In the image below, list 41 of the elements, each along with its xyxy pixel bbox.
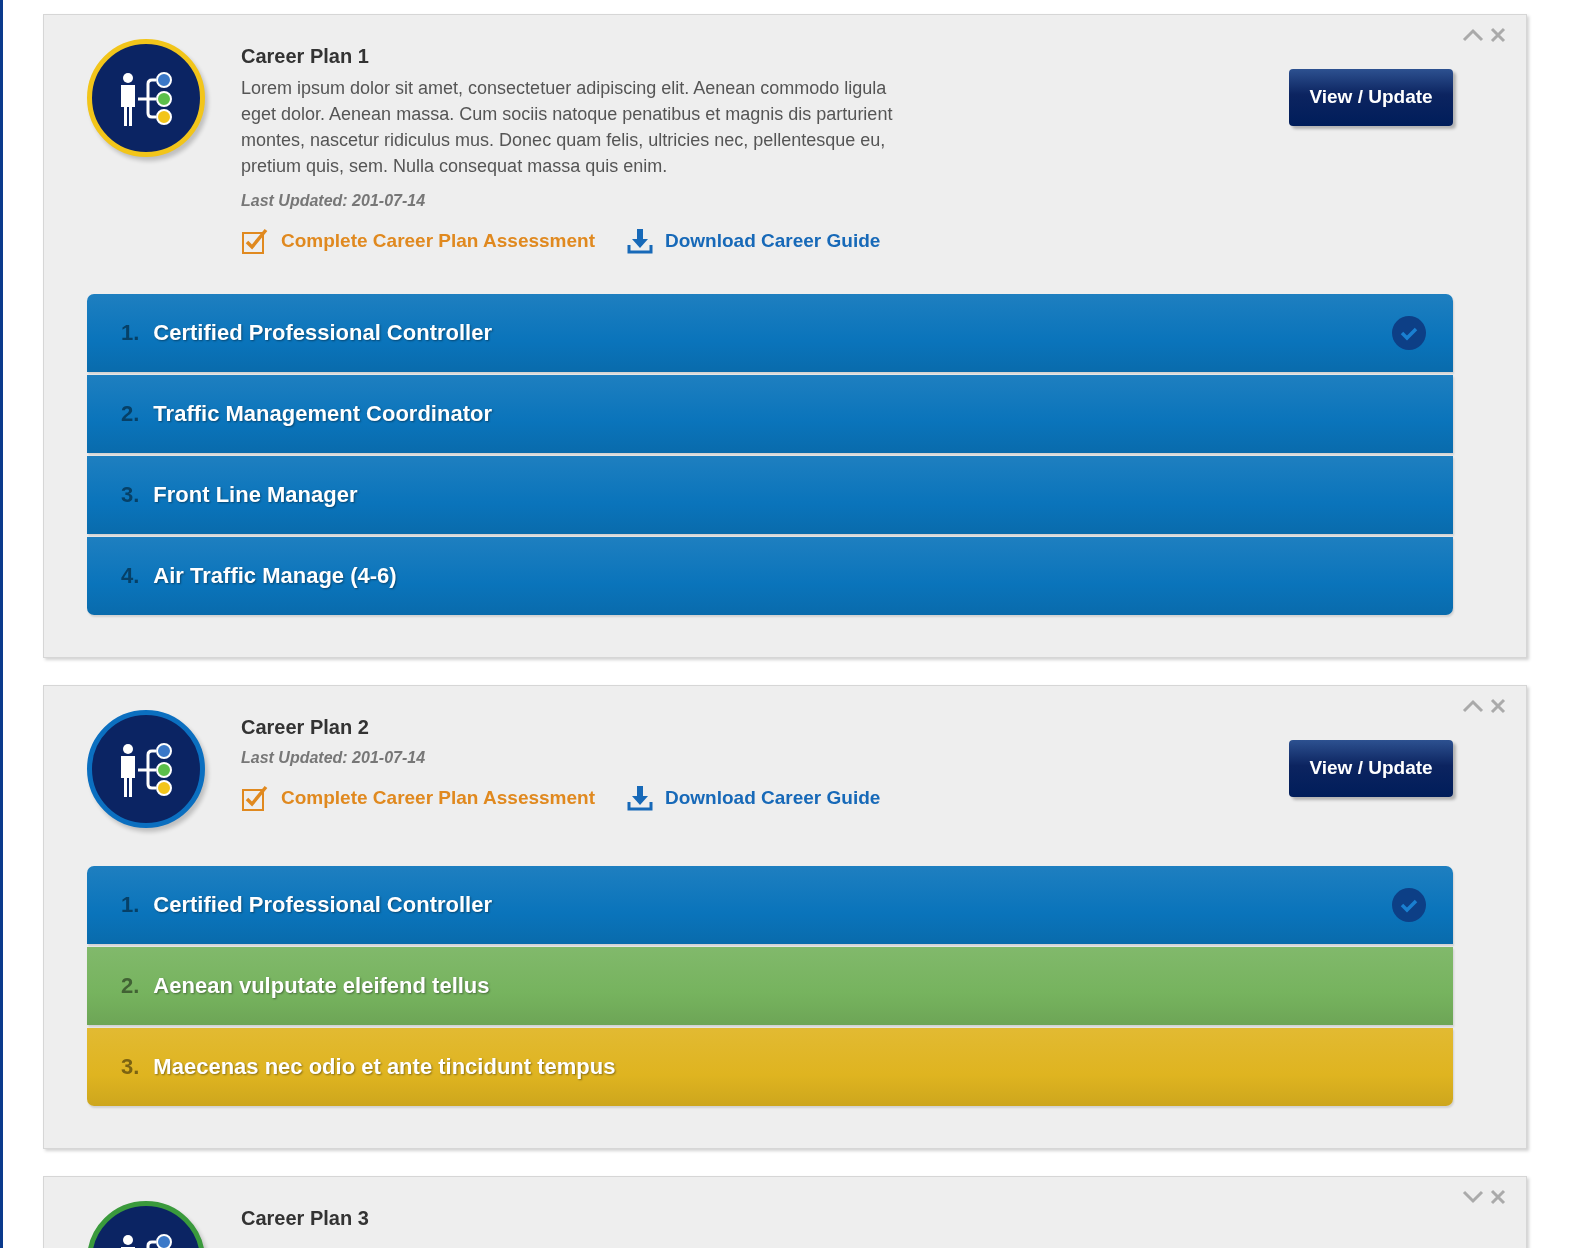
checkbox-icon — [241, 783, 269, 812]
plan-description: Lorem ipsum dolor sit amet, consectetuer adipiscing elit. Aenean commodo ligula eget dolor. Aenean massa. Cum sociis natoque penatibus et magnis dis parturient montes, nascetur ridiculus mus. Donec quam felis, ultricies nec, pellentesque eu, pretium quis, sem. Nulla consequat massa quis enim. — [241, 77, 894, 178]
career-step-row[interactable]: 2. Aenean vulputate eleifend tellus — [87, 946, 1453, 1025]
step-label: Air Traffic Manage (4-6) — [153, 562, 398, 590]
step-number: 1. — [121, 891, 140, 919]
collapse-button[interactable] — [1462, 28, 1484, 42]
download-icon — [627, 228, 653, 255]
collapse-button[interactable] — [1462, 698, 1484, 713]
career-step-row[interactable]: 4. Air Traffic Manage (4-6) — [87, 536, 1453, 615]
view-update-button[interactable]: View / Update — [1289, 69, 1453, 126]
step-number: 2. — [121, 400, 140, 428]
close-button[interactable] — [1490, 697, 1506, 714]
step-number: 3. — [121, 1053, 140, 1081]
step-label: Aenean vulputate eleifend tellus — [153, 972, 491, 1000]
view-update-button[interactable]: View / Update — [1289, 739, 1453, 797]
step-number: 2. — [121, 972, 140, 1000]
download-icon — [627, 784, 653, 811]
career-step-row[interactable]: 3. Front Line Manager — [87, 455, 1453, 534]
plan-title: Career Plan 1 — [241, 44, 370, 69]
step-number: 3. — [121, 481, 140, 509]
last-updated-text: Last Updated: 201-07-14 — [241, 191, 427, 211]
plan-title: Career Plan 3 — [241, 1205, 370, 1231]
career-step-row[interactable]: 2. Traffic Management Coordinator — [87, 374, 1453, 453]
close-button[interactable] — [1490, 27, 1506, 43]
close-button[interactable] — [1490, 1188, 1506, 1205]
step-number: 4. — [121, 562, 140, 590]
step-label: Certified Professional Controller — [153, 319, 493, 347]
step-label: Certified Professional Controller — [153, 891, 493, 919]
step-label: Front Line Manager — [153, 481, 359, 509]
step-label: Traffic Management Coordinator — [153, 400, 493, 428]
career-step-row[interactable]: 1. Certified Professional Controller — [87, 865, 1453, 944]
last-updated-text: Last Updated: 201-07-14 — [241, 747, 427, 768]
step-number: 1. — [121, 319, 140, 347]
download-guide-link[interactable]: Download Career Guide — [627, 227, 881, 256]
checkbox-icon — [241, 227, 269, 256]
career-step-row[interactable]: 3. Maecenas nec odio et ante tincidunt tempus — [87, 1027, 1453, 1106]
plan-title: Career Plan 2 — [241, 714, 370, 740]
career-step-row[interactable]: 1. Certified Professional Controller — [87, 293, 1453, 372]
step-label: Maecenas nec odio et ante tincidunt tempus — [153, 1053, 617, 1081]
download-guide-link[interactable]: Download Career Guide — [627, 783, 881, 812]
expand-button[interactable] — [1462, 1189, 1484, 1204]
